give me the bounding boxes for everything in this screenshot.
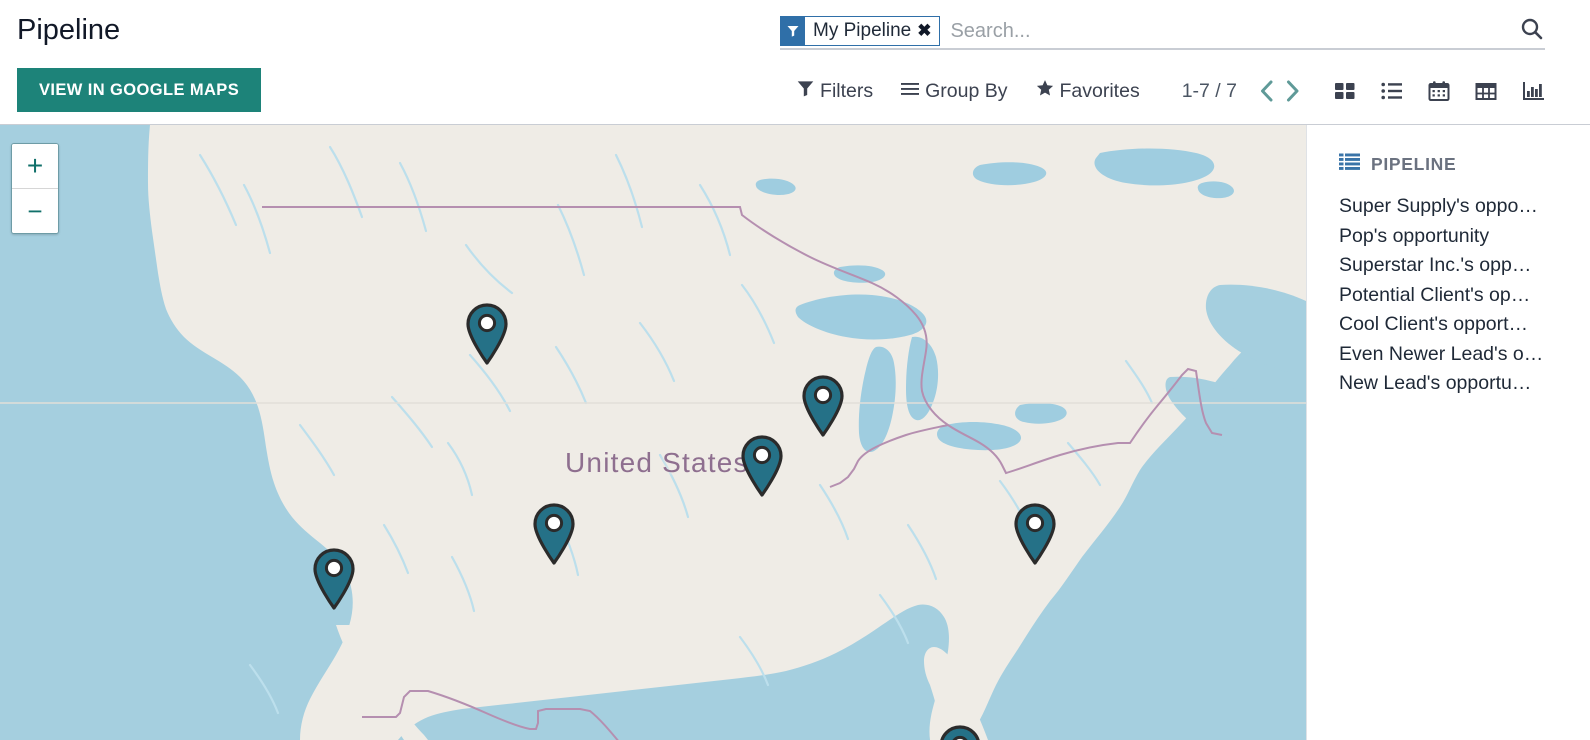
sidebar-list-item[interactable]: Superstar Inc.'s opp… (1307, 251, 1590, 281)
search-facet-remove-icon[interactable]: ✖ (915, 17, 939, 45)
star-icon (1036, 79, 1054, 103)
search-facet-label: My Pipeline (813, 20, 912, 41)
map-pin-5[interactable] (310, 546, 358, 610)
zoom-out-button[interactable]: − (12, 188, 58, 233)
sidebar-list-item-label: Pop's opportunity (1339, 224, 1490, 247)
calendar-view-button[interactable] (1427, 79, 1451, 103)
search-input[interactable] (940, 18, 1545, 44)
search-bar[interactable]: My Pipeline ✖ (780, 14, 1545, 50)
map-zoom-controls: + − (11, 143, 59, 234)
map-pin-6[interactable] (1011, 501, 1059, 565)
sidebar-list-item[interactable]: Cool Client's opport… (1307, 310, 1590, 340)
filters-dropdown-button[interactable]: Filters (797, 80, 873, 103)
zoom-in-button[interactable]: + (12, 144, 58, 188)
map-pin-7[interactable] (936, 723, 984, 740)
hamburger-lines-icon (901, 80, 920, 103)
sidebar-list-item-label: Potential Client's op… (1339, 283, 1531, 306)
sidebar-list-item-label: Superstar Inc.'s opp… (1339, 254, 1532, 277)
favorites-label: Favorites (1059, 79, 1140, 102)
sidebar-opportunity-list: Super Supply's oppo… Pop's opportunity Sup… (1307, 192, 1590, 399)
map-pin-3[interactable] (738, 433, 786, 497)
search-icon[interactable] (1519, 16, 1545, 42)
sidebar-header-label: PIPELINE (1371, 154, 1457, 174)
view-in-google-maps-button[interactable]: VIEW IN GOOGLE MAPS (17, 68, 262, 112)
map-pin-1[interactable] (463, 301, 511, 365)
breadcrumb: Pipeline (17, 12, 120, 48)
map-pin-2[interactable] (799, 373, 847, 437)
pager-next-button[interactable] (1279, 76, 1305, 106)
list-view-button[interactable] (1380, 79, 1404, 103)
filter-funnel-icon (781, 17, 805, 45)
sidebar-list-item-label: New Lead's opportu… (1339, 372, 1532, 395)
view-switcher (1333, 79, 1545, 103)
search-facet-my-pipeline[interactable]: My Pipeline ✖ (780, 16, 941, 46)
sidebar-list-item-label: Super Supply's oppo… (1339, 195, 1538, 218)
list-lines-icon (1339, 153, 1360, 176)
toolbar: Filters Group By Favorites 1-7 / 7 (780, 70, 1545, 112)
pager-value: 1-7 / 7 (1181, 79, 1237, 102)
pager: 1-7 / 7 (1182, 76, 1305, 106)
graph-view-button[interactable] (1521, 79, 1545, 103)
favorites-dropdown-button[interactable]: Favorites (1036, 79, 1140, 103)
sidebar-list-item-label: Even Newer Lead's o… (1339, 342, 1544, 365)
pivot-view-button[interactable] (1474, 79, 1498, 103)
sidebar-list-item[interactable]: Pop's opportunity (1307, 222, 1590, 252)
sidebar-list-item[interactable]: Potential Client's op… (1307, 281, 1590, 311)
map-sidebar: PIPELINE Super Supply's oppo… Pop's oppor… (1306, 125, 1590, 740)
kanban-view-button[interactable] (1333, 79, 1357, 103)
sidebar-header: PIPELINE (1307, 153, 1590, 192)
sidebar-list-item[interactable]: New Lead's opportu… (1307, 369, 1590, 399)
page-title: Pipeline (17, 14, 121, 46)
filter-funnel-icon (797, 80, 814, 103)
sidebar-list-item[interactable]: Super Supply's oppo… (1307, 192, 1590, 222)
filters-label: Filters (820, 79, 874, 102)
map-pin-4[interactable] (530, 501, 578, 565)
pager-previous-button[interactable] (1253, 76, 1279, 106)
control-panel: Pipeline VIEW IN GOOGLE MAPS My Pipeline… (0, 0, 1590, 125)
group-by-dropdown-button[interactable]: Group By (901, 79, 1008, 103)
sidebar-list-item-label: Cool Client's opport… (1339, 313, 1529, 336)
map-canvas[interactable]: United States + − (0, 125, 1306, 740)
sidebar-list-item[interactable]: Even Newer Lead's o… (1307, 340, 1590, 370)
group-by-label: Group By (925, 79, 1008, 102)
map-view-page: Pipeline VIEW IN GOOGLE MAPS My Pipeline… (0, 0, 1590, 740)
